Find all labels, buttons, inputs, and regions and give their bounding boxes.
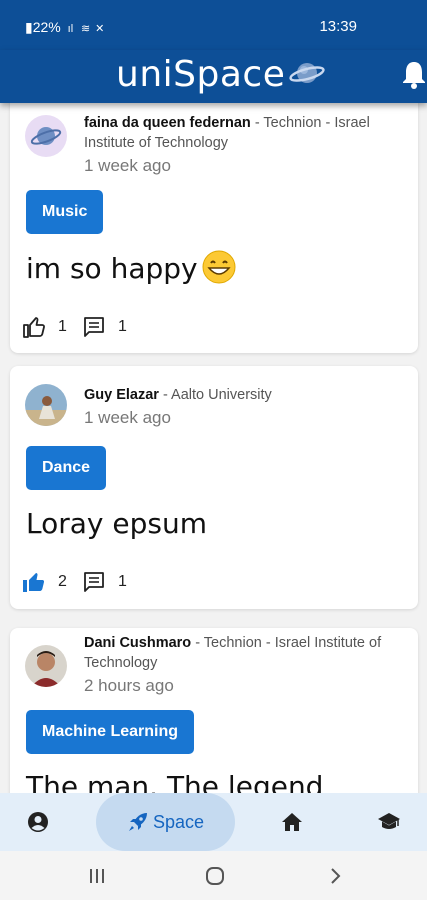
notifications-bell-icon[interactable] <box>401 59 427 89</box>
battery-level: 22% <box>32 19 61 35</box>
home-icon <box>282 813 302 831</box>
post-time: 2 hours ago <box>84 676 174 695</box>
post-time: 1 week ago <box>84 156 171 175</box>
mute-icon: ✕ <box>95 23 105 35</box>
post-tag[interactable]: Music <box>26 190 104 234</box>
post-author-line: faina da queen federnan - Technion - Isr… <box>84 113 384 153</box>
back-chevron-icon[interactable] <box>323 864 347 888</box>
wifi-icon: ≋ <box>81 23 91 35</box>
post-card[interactable]: Guy Elazar - Aalto University 1 week ago… <box>10 366 418 609</box>
avatar[interactable] <box>25 645 67 687</box>
post-tag[interactable]: Machine Learning <box>26 710 195 754</box>
avatar[interactable] <box>25 384 67 426</box>
post-time: 1 week ago <box>84 408 171 427</box>
like-count: 2 <box>58 573 67 590</box>
nav-space-label: Space <box>152 811 205 832</box>
post-text-content: im so happy <box>26 252 198 285</box>
author-name[interactable]: faina da queen federnan <box>84 115 251 131</box>
post-author-line: Guy Elazar - Aalto University <box>84 385 384 405</box>
post-text: Loray epsum <box>26 507 207 540</box>
recent-apps-icon[interactable] <box>85 864 109 888</box>
post-author-line: Dani Cushmaro - Technion - Israel Instit… <box>84 633 384 673</box>
comment-count: 1 <box>118 573 127 590</box>
post-feed[interactable]: faina da queen federnan - Technion - Isr… <box>0 103 427 793</box>
post-card[interactable]: faina da queen federnan - Technion - Isr… <box>10 103 418 353</box>
comment-icon[interactable] <box>82 315 106 339</box>
comment-icon[interactable] <box>82 570 106 594</box>
status-time: 13:39 <box>319 18 357 35</box>
nav-space[interactable]: Space <box>96 793 235 851</box>
avatar-photo <box>25 384 67 426</box>
comment-count: 1 <box>118 318 127 335</box>
app-header: uniSpace <box>0 50 427 103</box>
status-left: ▮22% ıl ≋ ✕ <box>25 19 104 36</box>
author-name[interactable]: Guy Elazar <box>84 387 159 403</box>
nav-profile[interactable] <box>18 793 58 851</box>
signal-icon: ıl <box>67 23 74 35</box>
thumbs-up-outline-icon[interactable] <box>22 315 46 339</box>
rocket-icon <box>128 813 147 831</box>
bottom-navigation: Space <box>0 793 427 851</box>
author-name[interactable]: Dani Cushmaro <box>84 635 191 651</box>
grinning-emoji-icon <box>202 250 236 284</box>
post-card[interactable]: Dani Cushmaro - Technion - Israel Instit… <box>10 628 418 793</box>
avatar[interactable] <box>25 115 67 157</box>
post-text: The man. The legend <box>26 770 324 793</box>
post-tag[interactable]: Dance <box>26 446 107 490</box>
battery-icon: ▮ <box>25 19 33 35</box>
thumbs-up-filled-icon[interactable] <box>22 570 46 594</box>
system-navigation-bar <box>0 851 427 900</box>
nav-home[interactable] <box>272 793 312 851</box>
app-title: uniSpace <box>116 54 286 95</box>
planet-avatar-icon <box>30 127 62 145</box>
author-affiliation: - Aalto University <box>158 387 272 403</box>
like-count: 1 <box>58 318 67 335</box>
post-text: im so happy <box>26 250 236 285</box>
avatar-photo <box>25 645 67 687</box>
graduation-cap-icon <box>378 813 400 829</box>
home-circle-icon[interactable] <box>203 864 227 888</box>
nav-courses[interactable] <box>369 793 409 851</box>
planet-icon <box>289 63 325 83</box>
status-bar: ▮22% ıl ≋ ✕ 13:39 <box>0 0 427 50</box>
profile-icon <box>28 812 48 832</box>
